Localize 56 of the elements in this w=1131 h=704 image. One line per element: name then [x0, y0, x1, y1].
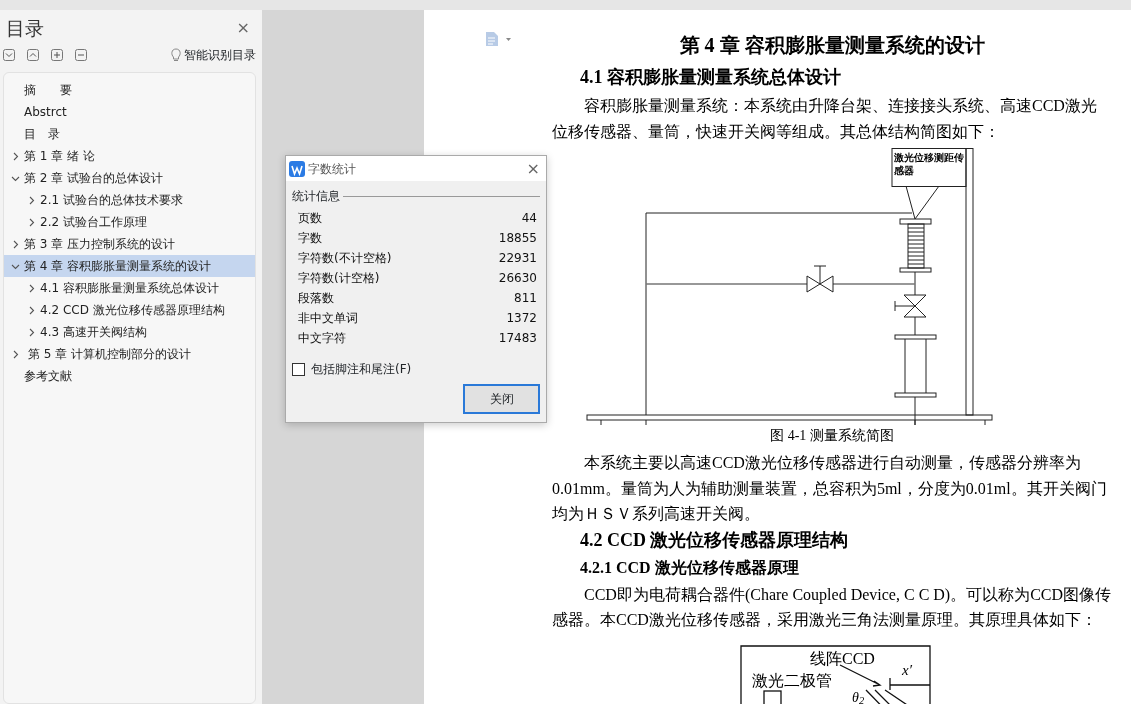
- minus-icon[interactable]: [75, 49, 87, 61]
- toc-item[interactable]: 4.3 高速开关阀结构: [4, 321, 255, 343]
- toc-item[interactable]: 2.2 试验台工作原理: [4, 211, 255, 233]
- stat-value: 18855: [498, 230, 537, 247]
- toc-item[interactable]: 4.1 容积膨胀量测量系统总体设计: [4, 277, 255, 299]
- checkbox[interactable]: [292, 362, 305, 376]
- app-logo-icon: [289, 160, 305, 177]
- stat-label: 非中文单词: [298, 310, 358, 327]
- lightbulb-icon: [171, 48, 181, 62]
- expand-all-icon[interactable]: [3, 49, 15, 61]
- toc-item[interactable]: 目 录: [4, 123, 255, 145]
- toc-item[interactable]: 4.2 CCD 激光位移传感器原理结构: [4, 299, 255, 321]
- stat-value: 811: [514, 290, 537, 307]
- checkbox-label: 包括脚注和尾注(F): [311, 361, 412, 378]
- plus-icon[interactable]: [51, 49, 63, 61]
- figure-caption: 图 4-1 测量系统简图: [769, 427, 895, 445]
- ccd-label: 线阵CCD: [810, 650, 875, 667]
- sidebar-title: 目录: [6, 15, 44, 41]
- laser-diode-label: 激光二极管: [752, 672, 832, 689]
- angle-label: θ$_{2}$: [852, 690, 865, 704]
- body-paragraph: CCD即为电荷耦合器件(Chare Coupled Device, C C D)。可以称为CCD图像传感器。本CCD激光位移传感器，采用激光三角法测量原理。其原理具体如下：: [552, 584, 1112, 630]
- stat-label: 段落数: [298, 290, 334, 307]
- displacement-label: x′: [902, 662, 912, 678]
- toc-item[interactable]: 第 3 章 压力控制系统的设计: [4, 233, 255, 255]
- chapter-heading: 第 4 章 容积膨胀量测量系统的设计: [678, 33, 986, 58]
- subsection-heading: 4.2.1 CCD 激光位移传感器原理: [580, 557, 800, 578]
- stat-value: 26630: [498, 270, 537, 287]
- toc-item[interactable]: 2.1 试验台的总体技术要求: [4, 189, 255, 211]
- smart-toc-button[interactable]: 智能识别目录: [171, 46, 256, 64]
- group-label: 统计信息: [292, 188, 340, 205]
- toc-item[interactable]: 摘 要: [4, 79, 255, 101]
- stat-value: 44: [521, 210, 537, 227]
- stat-label: 字数: [298, 230, 322, 247]
- stat-value: 17483: [498, 330, 537, 347]
- body-paragraph: 本系统主要以高速CCD激光位移传感器进行自动测量，传感器分辨率为0.01mm。量筒为人为辅助测量装置，总容积为5ml，分度为0.01ml。其开关阀门均为ＨＳＶ系列高速开关阀。: [552, 453, 1108, 524]
- section-heading: 4.1 容积膨胀量测量系统总体设计: [580, 66, 842, 89]
- sensor-label: 激光位移测距传感器: [894, 151, 965, 177]
- stat-label: 字符数(不计空格): [298, 250, 392, 267]
- toc-item[interactable]: 参考文献: [4, 365, 255, 387]
- stat-label: 页数: [298, 210, 322, 227]
- stat-value: 1372: [506, 310, 537, 327]
- stat-value: 22931: [498, 250, 537, 267]
- toc-item[interactable]: 第 2 章 试验台的总体设计: [4, 167, 255, 189]
- body-paragraph: 容积膨胀量测量系统：本系统由升降台架、连接接头系统、高速CCD激光位移传感器、量筒，快速开关阀等组成。其总体结构简图如下：: [552, 96, 1098, 142]
- collapse-all-icon[interactable]: [27, 49, 39, 61]
- toc-item[interactable]: 第 4 章 容积膨胀量测量系统的设计: [4, 255, 255, 277]
- dialog-title: 字数统计: [308, 160, 356, 178]
- close-button[interactable]: ×: [526, 156, 540, 181]
- stat-label: 字符数(计空格): [298, 270, 380, 287]
- toc-item[interactable]: Abstrct: [4, 101, 255, 123]
- close-button[interactable]: ×: [236, 16, 250, 40]
- close-dialog-button[interactable]: 关闭: [463, 384, 540, 414]
- stat-label: 中文字符: [298, 330, 346, 347]
- toc-item[interactable]: 第 1 章 绪 论: [4, 145, 255, 167]
- section-heading: 4.2 CCD 激光位移传感器原理结构: [580, 528, 850, 552]
- toc-item[interactable]: 第 5 章 计算机控制部分的设计: [4, 343, 255, 365]
